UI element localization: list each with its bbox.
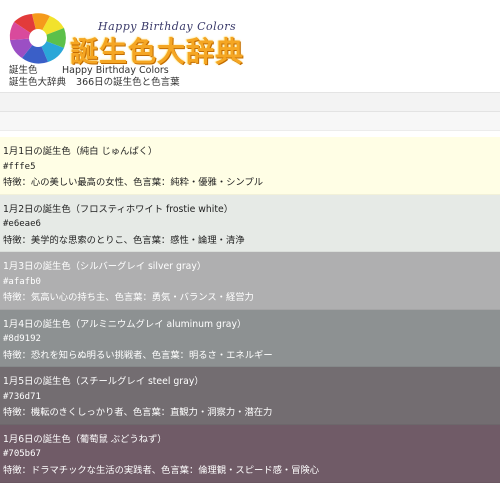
description-row: 誕生色 Happy Birthday Colors	[9, 65, 180, 77]
site-logo[interactable]: Happy Birthday Colors 誕生色大辞典	[8, 8, 258, 68]
sub-nav-band	[0, 112, 500, 131]
entry-traits: 特徴：機転のきくしっかり者、色言葉：直観力・洞察力・潜在力	[3, 407, 273, 419]
entry-title: 1月6日の誕生色（葡萄鼠 ぶどうねず）	[3, 433, 167, 445]
entry-color-code: #705b67	[3, 449, 41, 460]
entry-title: 1月4日の誕生色（アルミニウムグレイ aluminum gray）	[3, 318, 247, 330]
color-entry[interactable]: 1月1日の誕生色（純白 じゅんぱく） #fffe5 特徴：心の美しい最高の女性、…	[0, 137, 500, 195]
color-entry[interactable]: 1月4日の誕生色（アルミニウムグレイ aluminum gray） #8d919…	[0, 309, 500, 368]
nav-band	[0, 93, 500, 112]
logo-japanese-text: 誕生色大辞典	[70, 35, 245, 68]
entry-color-code: #e6eae6	[3, 219, 41, 230]
description-row: 誕生色大辞典 366日の誕生色と色言葉	[9, 77, 180, 89]
entry-color-code: #fffe5	[3, 161, 36, 172]
entry-traits: 特徴：気高い心の持ち主、色言葉：勇気・バランス・経営力	[3, 292, 254, 304]
entry-title: 1月5日の誕生色（スチールグレイ steel gray）	[3, 376, 204, 388]
site-header: Happy Birthday Colors 誕生色大辞典 誕生色 Happy B…	[0, 0, 500, 93]
entry-traits: 特徴：美学的な思索のとりこ、色言葉：感性・論理・清浄	[3, 234, 245, 246]
entry-color-code: #afafb0	[3, 276, 41, 287]
color-entry[interactable]: 1月2日の誕生色（フロスティホワイト frostie white） #e6eae…	[0, 194, 500, 253]
entry-title: 1月1日の誕生色（純白 じゅんぱく）	[3, 146, 158, 157]
entry-title: 1月3日の誕生色（シルバーグレイ silver gray）	[3, 261, 207, 273]
entry-title: 1月2日の誕生色（フロスティホワイト frostie white）	[3, 203, 234, 215]
description-key: 誕生色	[9, 65, 38, 76]
description-key: 誕生色大辞典	[9, 77, 67, 88]
color-entry[interactable]: 1月6日の誕生色（葡萄鼠 ぶどうねず） #705b67 特徴：ドラマチックな生活…	[0, 424, 500, 483]
entry-color-code: #8d9192	[3, 334, 41, 345]
entry-traits: 特徴：ドラマチックな生活の実践者、色言葉：倫理観・スピード感・冒険心	[3, 464, 320, 476]
site-description: 誕生色 Happy Birthday Colors 誕生色大辞典 366日の誕生…	[9, 65, 180, 89]
description-value: 366日の誕生色と色言葉	[76, 77, 180, 88]
entry-traits: 特徴：心の美しい最高の女性、色言葉：純粋・優雅・シンプル	[3, 177, 264, 188]
color-entry[interactable]: 1月3日の誕生色（シルバーグレイ silver gray） #afafb0 特徴…	[0, 252, 500, 310]
rainbow-swirl-icon	[9, 13, 66, 64]
color-entry[interactable]: 1月5日の誕生色（スチールグレイ steel gray） #736d71 特徴：…	[0, 367, 500, 425]
entry-color-code: #736d71	[3, 391, 41, 402]
birthday-color-list: 1月1日の誕生色（純白 じゅんぱく） #fffe5 特徴：心の美しい最高の女性、…	[0, 137, 500, 483]
description-value: Happy Birthday Colors	[62, 65, 169, 76]
entry-traits: 特徴：恐れを知らぬ明るい挑戦者、色言葉：明るさ・エネルギー	[3, 349, 273, 361]
